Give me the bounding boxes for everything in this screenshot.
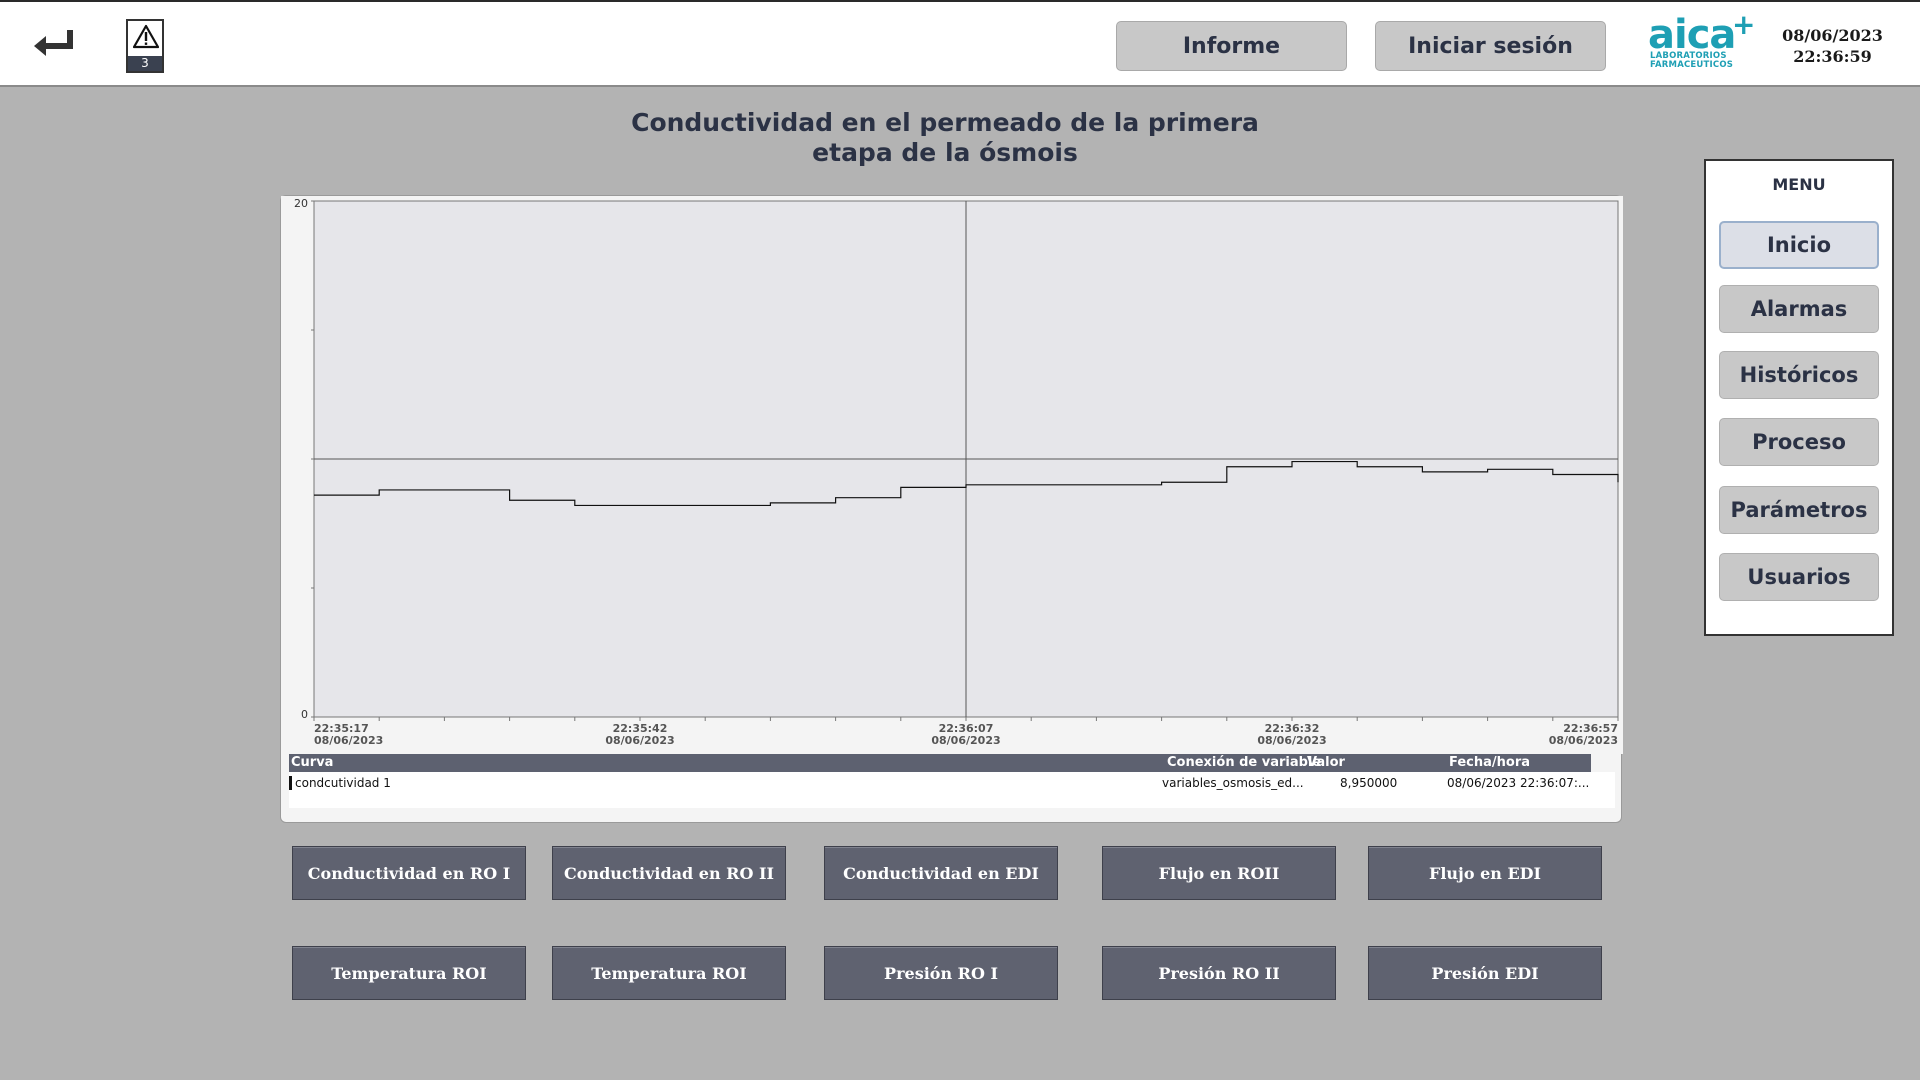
current-date: 08/06/2023	[1782, 26, 1883, 45]
curve-table-body: condcutividad 1 variables_osmosis_ed... …	[289, 772, 1615, 808]
col-value-header: Valor	[1307, 755, 1345, 770]
table-row[interactable]: condcutividad 1 variables_osmosis_ed... …	[289, 772, 1615, 792]
conductivity-ro2-button[interactable]: Conductividad en RO II	[552, 846, 786, 900]
col-datetime-header: Fecha/hora	[1449, 755, 1531, 770]
pressure-edi-button[interactable]: Presión EDI	[1368, 946, 1602, 1000]
side-menu: MENU Inicio Alarmas Históricos Proceso P…	[1704, 159, 1894, 636]
menu-item-inicio[interactable]: Inicio	[1719, 221, 1879, 269]
page-title-line2: etapa de la ósmois	[812, 138, 1078, 167]
y-tick-label-max: 20	[294, 197, 308, 210]
conductivity-edi-button[interactable]: Conductividad en EDI	[824, 846, 1058, 900]
clock: 08/06/2023 22:36:59	[1770, 25, 1895, 67]
x-tick-label-date: 08/06/2023	[314, 734, 383, 747]
conductivity-ro1-button[interactable]: Conductividad en RO I	[292, 846, 526, 900]
row-curve-name: condcutividad 1	[295, 776, 391, 790]
y-tick-label-min: 0	[301, 708, 308, 721]
back-arrow-icon[interactable]	[30, 24, 86, 64]
col-connection-header: Conexión de variable	[1167, 755, 1322, 770]
alarm-count-badge: 3	[128, 56, 162, 71]
row-value: 8,950000	[1340, 776, 1398, 790]
flow-ro2-button[interactable]: Flujo en ROII	[1102, 846, 1336, 900]
company-logo: aica + LABORATORIOS FARMACEUTICOS	[1646, 8, 1756, 74]
alarm-indicator[interactable]: 3	[126, 19, 164, 73]
row-datetime: 08/06/2023 22:36:07:...	[1447, 776, 1590, 790]
logo-plus: +	[1732, 8, 1756, 41]
pressure-ro1-button[interactable]: Presión RO I	[824, 946, 1058, 1000]
x-tick-label-date: 08/06/2023	[931, 734, 1000, 747]
row-marker	[289, 776, 292, 790]
trend-chart[interactable]: 20022:35:1708/06/202322:35:4208/06/20232…	[281, 196, 1623, 754]
curve-table-header: Curva Conexión de variable Valor Fecha/h…	[289, 754, 1591, 772]
pressure-ro2-button[interactable]: Presión RO II	[1102, 946, 1336, 1000]
menu-title: MENU	[1772, 175, 1826, 194]
x-tick-label-date: 08/06/2023	[605, 734, 674, 747]
menu-item-parametros[interactable]: Parámetros	[1719, 486, 1879, 534]
page-title-line1: Conductividad en el permeado de la prime…	[631, 108, 1259, 137]
col-curve-header: Curva	[291, 755, 334, 770]
menu-item-alarmas[interactable]: Alarmas	[1719, 285, 1879, 333]
flow-edi-button[interactable]: Flujo en EDI	[1368, 846, 1602, 900]
menu-item-usuarios[interactable]: Usuarios	[1719, 553, 1879, 601]
menu-item-proceso[interactable]: Proceso	[1719, 418, 1879, 466]
x-tick-label-date: 08/06/2023	[1549, 734, 1618, 747]
x-tick-label-date: 08/06/2023	[1257, 734, 1326, 747]
logo-subtitle-line2: FARMACEUTICOS	[1650, 60, 1734, 70]
temperature-ro1-button[interactable]: Temperatura ROI	[292, 946, 526, 1000]
current-time: 22:36:59	[1793, 47, 1872, 66]
login-button[interactable]: Iniciar sesión	[1375, 21, 1606, 71]
trend-panel: 20 0 22:35:17 08/06/2023 22:35:42 08/06/2023 2…	[280, 195, 1623, 823]
row-connection: variables_osmosis_ed...	[1162, 776, 1304, 790]
report-button[interactable]: Informe	[1116, 21, 1347, 71]
menu-item-historicos[interactable]: Históricos	[1719, 351, 1879, 399]
page-title: Conductividad en el permeado de la prime…	[560, 108, 1330, 168]
temperature-ro1-button-2[interactable]: Temperatura ROI	[552, 946, 786, 1000]
logo-subtitle: LABORATORIOS FARMACEUTICOS	[1650, 52, 1733, 70]
top-bar: 3 Informe Iniciar sesión aica + LABORATO…	[0, 0, 1920, 87]
warning-icon	[133, 24, 159, 49]
